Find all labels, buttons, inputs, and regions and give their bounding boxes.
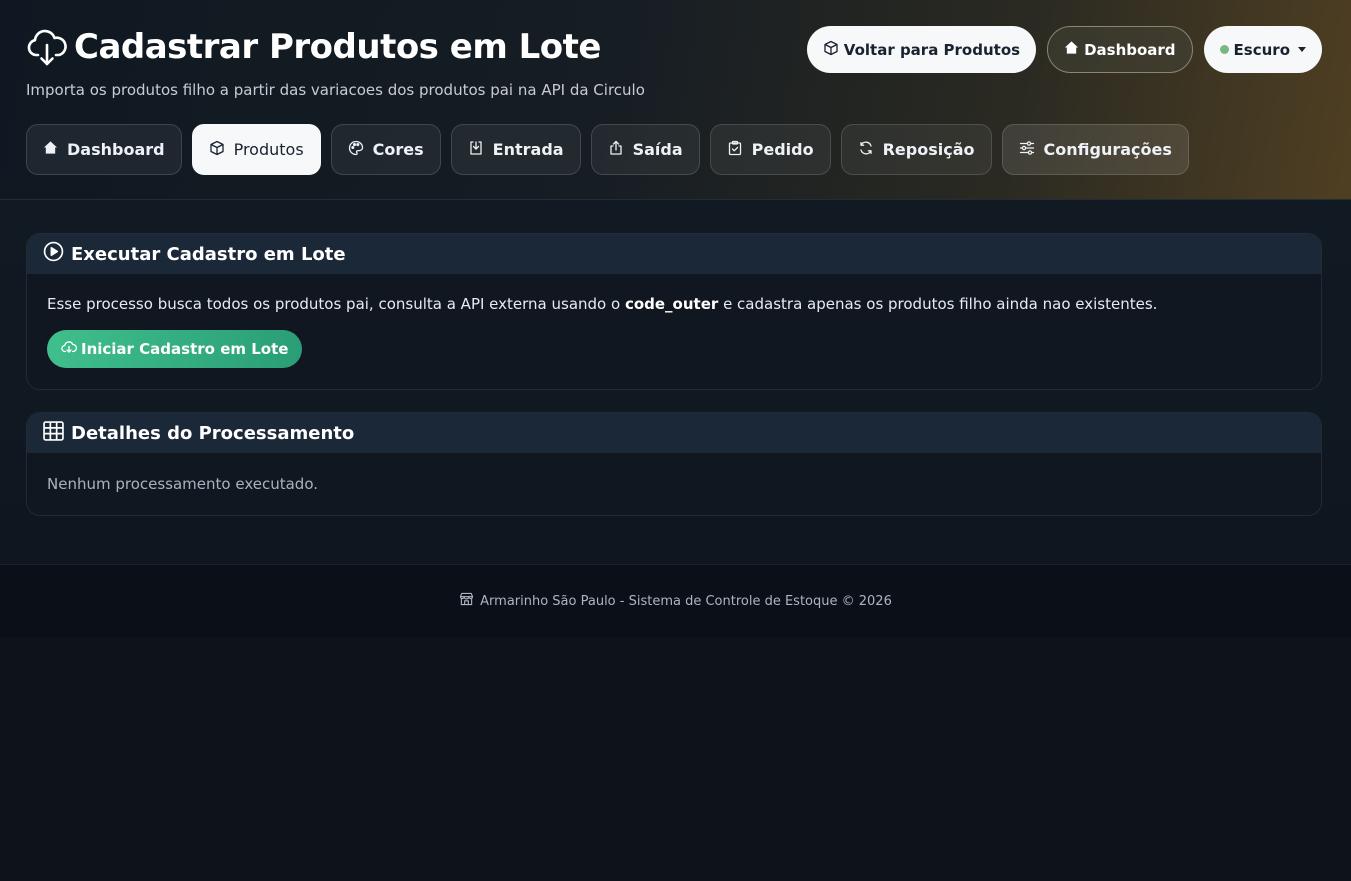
- start-batch-button[interactable]: Iniciar Cadastro em Lote: [47, 330, 303, 368]
- nav-item-produtos[interactable]: Produtos: [191, 124, 321, 175]
- upload-tray-icon: [608, 140, 633, 160]
- page-subtitle: Importa os produtos filho a partir das v…: [26, 81, 645, 99]
- top-header: Cadastrar Produtos em Lote Importa os pr…: [0, 0, 1351, 200]
- processing-details-card: Detalhes do Processamento Nenhum process…: [26, 412, 1322, 516]
- page-background: [0, 637, 1351, 881]
- nav-label: Produtos: [233, 140, 304, 159]
- nav-label: Entrada: [492, 140, 564, 159]
- description-text-end: e cadastra apenas os produtos filho aind…: [718, 295, 1158, 313]
- execute-card-description: Esse processo busca todos os produtos pa…: [47, 295, 1301, 313]
- start-batch-label: Iniciar Cadastro em Lote: [81, 340, 289, 358]
- table-icon: [43, 420, 71, 446]
- theme-status-dot: [1219, 45, 1229, 54]
- nav-item-saida[interactable]: Saída: [590, 124, 700, 175]
- footer-text: Armarinho São Paulo - Sistema de Control…: [480, 593, 892, 609]
- refresh-icon: [858, 140, 883, 160]
- nav-label: Dashboard: [67, 140, 165, 159]
- nav-item-configuracoes[interactable]: Configurações: [1001, 124, 1189, 175]
- palette-icon: [348, 140, 373, 160]
- execute-card-header: Executar Cadastro em Lote: [27, 234, 1321, 274]
- title-row: Cadastrar Produtos em Lote: [26, 26, 601, 68]
- description-code: code_outer: [624, 295, 719, 313]
- top-actions: Voltar para Produtos Dashboard Escuro: [806, 26, 1322, 73]
- sliders-icon: [1019, 140, 1044, 160]
- nav-label: Cores: [372, 140, 424, 159]
- nav-item-reposicao[interactable]: Reposição: [840, 124, 992, 175]
- details-card-header: Detalhes do Processamento: [27, 413, 1321, 453]
- box-icon: [209, 140, 234, 160]
- play-circle-icon: [43, 241, 71, 267]
- chevron-down-icon: [1298, 47, 1306, 52]
- cloud-download-icon: [26, 26, 68, 68]
- dashboard-button-label: Dashboard: [1084, 40, 1176, 59]
- download-tray-icon: [468, 140, 493, 160]
- footer: Armarinho São Paulo - Sistema de Control…: [0, 564, 1351, 637]
- main-nav: Dashboard Produtos Cores Entrada Saída P…: [26, 124, 1189, 175]
- back-to-products-button[interactable]: Voltar para Produtos: [806, 26, 1037, 73]
- cloud-download-icon: [61, 339, 81, 359]
- main-content: Executar Cadastro em Lote Esse processo …: [0, 200, 1351, 564]
- back-to-products-label: Voltar para Produtos: [843, 40, 1021, 59]
- theme-dropdown-label: Escuro: [1233, 40, 1290, 59]
- empty-state-text: Nenhum processamento executado.: [47, 475, 318, 493]
- nav-label: Pedido: [751, 140, 814, 159]
- dashboard-button[interactable]: Dashboard: [1047, 26, 1193, 73]
- nav-item-dashboard[interactable]: Dashboard: [26, 124, 182, 175]
- execute-card-title: Executar Cadastro em Lote: [71, 243, 346, 265]
- clipboard-check-icon: [727, 140, 752, 160]
- nav-label: Reposição: [882, 140, 975, 159]
- description-text: Esse processo busca todos os produtos pa…: [47, 295, 625, 313]
- home-icon: [43, 140, 67, 159]
- nav-item-pedido[interactable]: Pedido: [709, 124, 831, 175]
- page-title: Cadastrar Produtos em Lote: [74, 27, 601, 67]
- execute-batch-card: Executar Cadastro em Lote Esse processo …: [26, 233, 1322, 390]
- nav-label: Saída: [632, 140, 683, 159]
- store-icon: [459, 592, 480, 610]
- box-icon: [823, 40, 844, 60]
- nav-item-cores[interactable]: Cores: [330, 124, 441, 175]
- details-card-title: Detalhes do Processamento: [71, 422, 355, 444]
- nav-item-entrada[interactable]: Entrada: [450, 124, 581, 175]
- nav-label: Configurações: [1043, 140, 1172, 159]
- home-icon: [1064, 40, 1084, 59]
- theme-dropdown[interactable]: Escuro: [1203, 26, 1322, 73]
